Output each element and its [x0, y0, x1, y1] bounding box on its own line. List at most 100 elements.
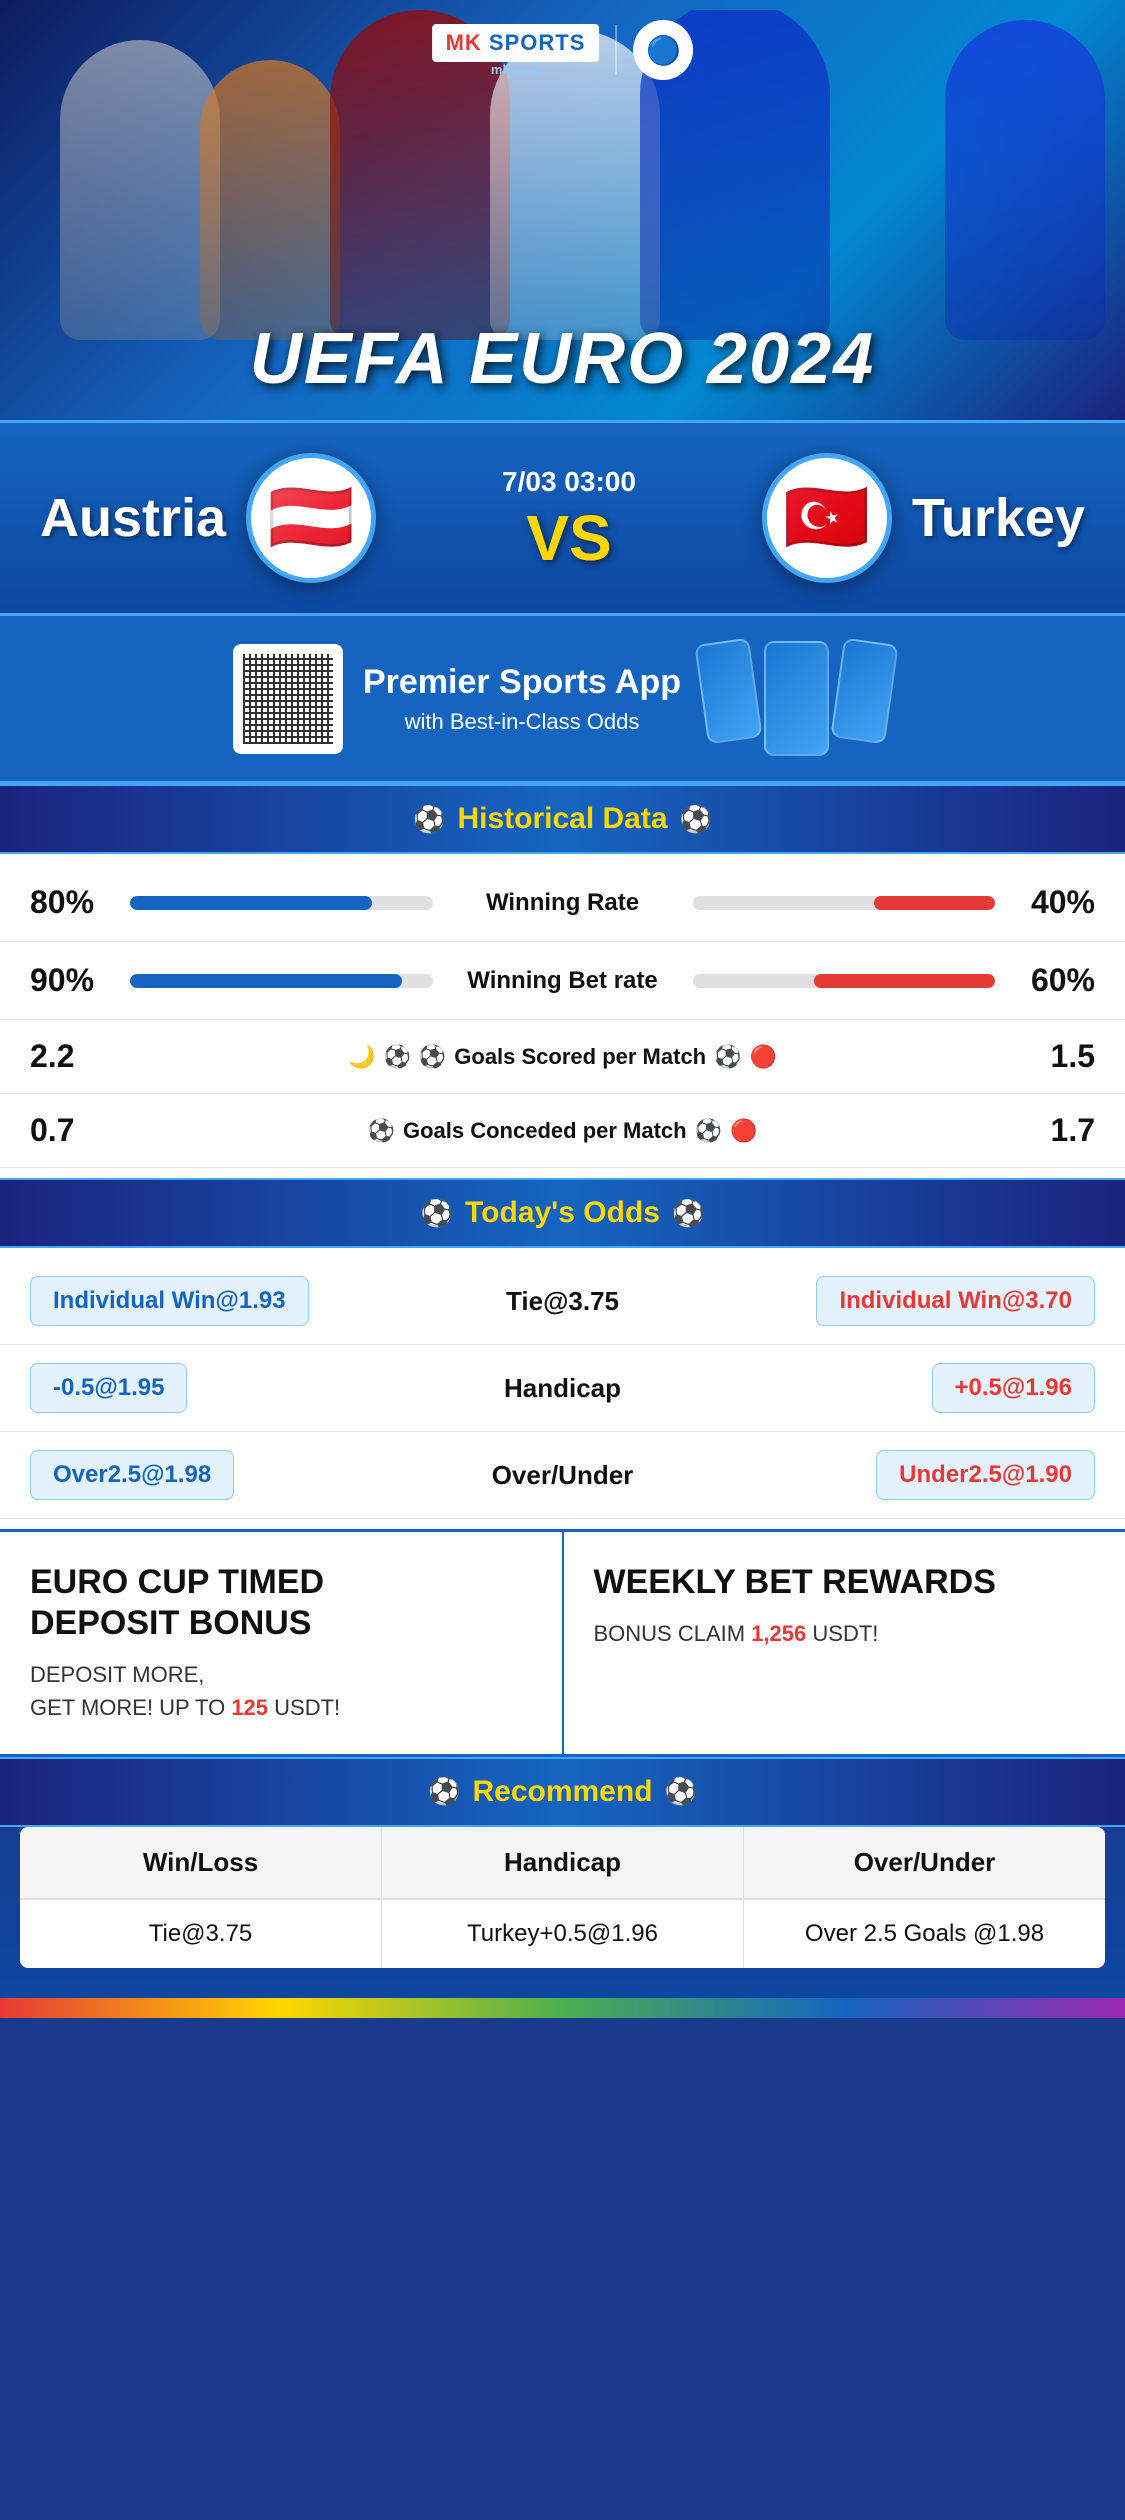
phone-1 — [694, 638, 762, 745]
stat-bar-right-1 — [693, 974, 996, 988]
historical-header: ⚽ Historical Data ⚽ — [0, 784, 1125, 854]
goals-scored-label: Goals Scored per Match — [454, 1044, 706, 1070]
brand-logo: MK SPORTS mk.com 🔵 — [432, 20, 694, 80]
odds-pill-left-1[interactable]: -0.5@1.95 — [30, 1363, 187, 1413]
stat-bar-fill-1 — [130, 974, 402, 988]
team-left-flag: 🇦🇹 — [246, 453, 376, 583]
hero-title: UEFA EURO 2024 — [250, 318, 876, 400]
goals-conceded-label: Goals Conceded per Match — [403, 1118, 687, 1144]
rec-col-winloss: Win/Loss — [20, 1827, 382, 1898]
stat-bar-left-0 — [130, 896, 433, 910]
bonus-deposit: EURO CUP TIMEDDEPOSIT BONUS DEPOSIT MORE… — [0, 1532, 564, 1754]
stat-left-val-0: 80% — [30, 884, 120, 921]
rec-col-handicap: Handicap — [382, 1827, 744, 1898]
odds-section: Individual Win@1.93 Tie@3.75 Individual … — [0, 1248, 1125, 1529]
team-right-flag: 🇹🇷 — [762, 453, 892, 583]
odds-pill-left-2[interactable]: Over2.5@1.98 — [30, 1450, 234, 1500]
odds-right-2[interactable]: Under2.5@1.90 — [673, 1450, 1096, 1500]
odds-pill-right-1[interactable]: +0.5@1.96 — [932, 1363, 1096, 1413]
half-ball-icon: 🔴 — [750, 1044, 777, 1070]
bonus-weekly: WEEKLY BET REWARDS BONUS CLAIM 1,256 USD… — [564, 1532, 1125, 1754]
bonus-amount: 125 — [231, 1695, 268, 1720]
goals-conceded-right: 1.7 — [1025, 1112, 1095, 1149]
stat-label-1: Winning Bet rate — [443, 967, 683, 995]
odds-header: ⚽ Today's Odds ⚽ — [0, 1178, 1125, 1248]
soccer-icon-right: ⚽ — [680, 804, 712, 835]
odds-row-2: Over2.5@1.98 Over/Under Under2.5@1.90 — [0, 1432, 1125, 1519]
odds-soccer-icon-right: ⚽ — [672, 1198, 704, 1229]
rec-body-row: Tie@3.75 Turkey+0.5@1.96 Over 2.5 Goals … — [20, 1900, 1105, 1968]
odds-row-1: -0.5@1.95 Handicap +0.5@1.96 — [0, 1345, 1125, 1432]
historical-title: Historical Data — [457, 802, 667, 836]
phone-mockup — [701, 641, 892, 756]
stat-left-val-1: 90% — [30, 962, 120, 999]
bonus-weekly-amount: 1,256 — [751, 1621, 806, 1646]
goals-scored-right: 1.5 — [1025, 1038, 1095, 1075]
club-badge: 🔵 — [633, 20, 693, 80]
team-left-name: Austria — [40, 487, 226, 549]
brand-url: mk.com — [432, 62, 600, 77]
austria-flag-emoji: 🇦🇹 — [267, 477, 354, 559]
goals-conceded-row: 0.7 ⚽ Goals Conceded per Match ⚽ 🔴 1.7 — [0, 1094, 1125, 1168]
ball-icon-3: ⚽ — [714, 1044, 741, 1070]
moon-icon: 🌙 — [348, 1044, 375, 1070]
odds-left-2[interactable]: Over2.5@1.98 — [30, 1450, 453, 1500]
bonus-left-title: EURO CUP TIMEDDEPOSIT BONUS — [30, 1562, 532, 1644]
stat-right-val-0: 40% — [1005, 884, 1095, 921]
match-section: Austria 🇦🇹 7/03 03:00 VS 🇹🇷 Turkey — [0, 420, 1125, 616]
soccer-icon-left: ⚽ — [413, 804, 445, 835]
phone-3 — [830, 638, 898, 745]
ball-icon-1: ⚽ — [383, 1044, 410, 1070]
recommend-header: ⚽ Recommend ⚽ — [0, 1757, 1125, 1827]
rec-soccer-icon-left: ⚽ — [428, 1776, 460, 1807]
odds-pill-right-0[interactable]: Individual Win@3.70 — [816, 1276, 1095, 1326]
recommend-section: ⚽ Recommend ⚽ Win/Loss Handicap Over/Und… — [0, 1757, 1125, 1998]
rec-header-row: Win/Loss Handicap Over/Under — [20, 1827, 1105, 1900]
ball-icon-4: ⚽ — [368, 1118, 395, 1144]
stats-section: 80% Winning Rate 40% 90% Winning Bet rat… — [0, 854, 1125, 1178]
odds-right-1[interactable]: +0.5@1.96 — [673, 1363, 1096, 1413]
stat-bar-fill-right-0 — [874, 896, 995, 910]
mk-sports-text: MK SPORTS — [432, 24, 600, 62]
rec-soccer-icon-right: ⚽ — [665, 1776, 697, 1807]
stat-row-bet-rate: 90% Winning Bet rate 60% — [0, 942, 1125, 1020]
logo-divider — [615, 25, 617, 75]
odds-left-0[interactable]: Individual Win@1.93 — [30, 1276, 453, 1326]
stat-bar-fill-0 — [130, 896, 372, 910]
rec-cell-overunder: Over 2.5 Goals @1.98 — [744, 1900, 1105, 1968]
odds-center-0: Tie@3.75 — [463, 1286, 663, 1317]
recommend-table: Win/Loss Handicap Over/Under Tie@3.75 Tu… — [20, 1827, 1105, 1968]
odds-pill-left-0[interactable]: Individual Win@1.93 — [30, 1276, 309, 1326]
ball-icon-6: 🔴 — [730, 1118, 757, 1144]
odds-right-0[interactable]: Individual Win@3.70 — [673, 1276, 1096, 1326]
stat-right-val-1: 60% — [1005, 962, 1095, 999]
hero-section: MK SPORTS mk.com 🔵 UEFA EURO 2024 — [0, 0, 1125, 420]
vs-block: 7/03 03:00 VS — [502, 466, 636, 570]
turkey-flag-emoji: 🇹🇷 — [783, 477, 870, 559]
stat-bar-left-1 — [130, 974, 433, 988]
recommend-title: Recommend — [472, 1775, 652, 1809]
goals-conceded-left: 0.7 — [30, 1112, 100, 1149]
promo-section: Premier Sports App with Best-in-Class Od… — [0, 616, 1125, 784]
match-date: 7/03 03:00 — [502, 466, 636, 498]
ball-icon-5: ⚽ — [695, 1118, 722, 1144]
goals-scored-row: 2.2 🌙 ⚽ ⚽ Goals Scored per Match ⚽ 🔴 1.5 — [0, 1020, 1125, 1094]
odds-left-1[interactable]: -0.5@1.95 — [30, 1363, 453, 1413]
phone-2 — [764, 641, 829, 756]
goals-scored-left: 2.2 — [30, 1038, 100, 1075]
odds-center-2: Over/Under — [463, 1460, 663, 1491]
stat-row-winning-rate: 80% Winning Rate 40% — [0, 864, 1125, 942]
stat-bar-fill-right-1 — [814, 974, 996, 988]
rec-cell-winloss: Tie@3.75 — [20, 1900, 382, 1968]
odds-title: Today's Odds — [465, 1196, 660, 1230]
ball-icon-2: ⚽ — [419, 1044, 446, 1070]
odds-pill-right-2[interactable]: Under2.5@1.90 — [876, 1450, 1095, 1500]
bonus-right-title: WEEKLY BET REWARDS — [594, 1562, 1096, 1603]
qr-code — [233, 644, 343, 754]
bonus-left-desc: DEPOSIT MORE, GET MORE! UP TO 125 USDT! — [30, 1658, 532, 1724]
stat-bar-right-0 — [693, 896, 996, 910]
bottom-color-bar — [0, 1998, 1125, 2018]
goals-scored-center: 🌙 ⚽ ⚽ Goals Scored per Match ⚽ 🔴 — [110, 1044, 1015, 1070]
odds-soccer-icon-left: ⚽ — [421, 1198, 453, 1229]
promo-title: Premier Sports App — [363, 662, 681, 703]
